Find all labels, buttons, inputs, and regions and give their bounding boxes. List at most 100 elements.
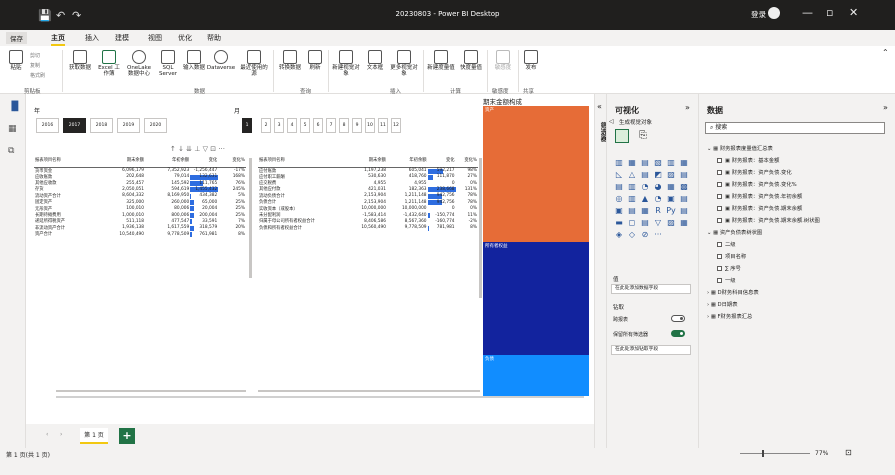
- year-button[interactable]: 2020: [144, 118, 167, 133]
- visual-type-icon[interactable]: ▤: [639, 157, 651, 168]
- visual-type-icon[interactable]: ▧: [652, 157, 664, 168]
- field-tree-item[interactable]: ▣ 财务报表：资产负债.年初余额: [717, 192, 802, 200]
- visual-type-icon[interactable]: ▣: [665, 193, 677, 204]
- sensitivity-button[interactable]: 敏感度: [490, 50, 516, 71]
- field-tree-item[interactable]: 一级: [717, 276, 736, 284]
- field-checkbox[interactable]: [717, 182, 722, 187]
- year-button[interactable]: 2017: [63, 118, 86, 133]
- column-header[interactable]: 年初余额: [145, 154, 191, 168]
- liabilities-scrollbar[interactable]: [479, 158, 482, 298]
- more-visuals-button[interactable]: 更多视觉对象: [388, 50, 420, 77]
- field-tree-item[interactable]: ▣ 财务报表：资产负债.期末余额: [717, 204, 802, 212]
- field-tree-item[interactable]: › ▦ F财务报表汇总: [707, 312, 752, 320]
- build-visual-tab[interactable]: [615, 129, 629, 143]
- field-tree-item[interactable]: › ▦ D日期表: [707, 300, 738, 308]
- visual-type-icon[interactable]: △: [626, 169, 638, 180]
- visual-type-icon[interactable]: ▥: [613, 157, 625, 168]
- column-header[interactable]: 年初余额: [386, 154, 428, 168]
- visual-type-icon[interactable]: ▦: [665, 181, 677, 192]
- add-page-button[interactable]: +: [119, 428, 135, 444]
- field-checkbox[interactable]: [717, 194, 722, 199]
- visual-type-icon[interactable]: ▥: [626, 193, 638, 204]
- visual-type-icon[interactable]: ▬: [613, 217, 625, 228]
- collapse-viz-icon[interactable]: »: [685, 103, 690, 112]
- month-button[interactable]: 3: [274, 118, 284, 133]
- month-button[interactable]: 6: [313, 118, 323, 133]
- treemap-block[interactable]: 负债: [483, 355, 589, 396]
- new-visual-button[interactable]: 新建视觉对象: [330, 50, 362, 77]
- visual-type-icon[interactable]: ▣: [613, 205, 625, 216]
- field-checkbox[interactable]: [717, 266, 722, 271]
- visual-type-icon[interactable]: ▤: [613, 181, 625, 192]
- recent-sources-button[interactable]: 最近使用的源: [238, 50, 270, 77]
- field-checkbox[interactable]: [717, 170, 722, 175]
- visual-type-icon[interactable]: ▦: [639, 205, 651, 216]
- month-button[interactable]: 10: [365, 118, 375, 133]
- month-button[interactable]: 8: [339, 118, 349, 133]
- visual-header-toolbar[interactable]: ↑ ↓ ⇊ ⊥ ▽ ⊡ ···: [170, 145, 225, 153]
- fit-page-icon[interactable]: ⊡: [845, 448, 852, 457]
- menu-insert[interactable]: 插入: [85, 33, 99, 43]
- visual-type-icon[interactable]: ▨: [665, 169, 677, 180]
- visual-type-icon[interactable]: ···: [652, 229, 664, 240]
- field-tree-item[interactable]: ▣ 财务报表：资产负债.变化: [717, 168, 792, 176]
- month-button[interactable]: 9: [352, 118, 362, 133]
- visual-type-icon[interactable]: ▤: [626, 205, 638, 216]
- zoom-slider[interactable]: [740, 453, 810, 454]
- field-tree-item[interactable]: › ▦ D财务科目信息表: [707, 288, 759, 296]
- menu-view[interactable]: 视图: [148, 33, 162, 43]
- field-tree-item[interactable]: ⌄ ▦ 资产负债表树状图: [707, 228, 762, 236]
- publish-button[interactable]: 发布: [520, 50, 542, 71]
- visual-type-icon[interactable]: ▤: [639, 217, 651, 228]
- visual-type-icon[interactable]: ◔: [652, 193, 664, 204]
- treemap-block[interactable]: 所有者权益: [483, 242, 589, 356]
- visual-type-icon[interactable]: ▲: [639, 193, 651, 204]
- table-view-icon[interactable]: ▦: [8, 124, 17, 134]
- column-header[interactable]: 变化%: [218, 154, 246, 168]
- column-header[interactable]: 期末余额: [94, 154, 146, 168]
- visual-type-icon[interactable]: ▥: [665, 157, 677, 168]
- visual-type-icon[interactable]: ◕: [652, 181, 664, 192]
- field-tree-item[interactable]: ▣ 财务报表：基本金额: [717, 156, 779, 164]
- visual-type-icon[interactable]: ▦: [626, 157, 638, 168]
- save-menu[interactable]: 保存: [6, 32, 27, 44]
- menu-optimize[interactable]: 优化: [178, 33, 192, 43]
- field-tree-item[interactable]: ▣ 财务报表：资产负债.期末余额.树状图: [717, 216, 820, 224]
- year-button[interactable]: 2018: [90, 118, 113, 133]
- menu-modeling[interactable]: 建模: [115, 33, 129, 43]
- transform-data-button[interactable]: 转换数据: [276, 50, 304, 71]
- visual-type-icon[interactable]: ▩: [678, 181, 690, 192]
- expand-filters-icon[interactable]: «: [597, 102, 602, 111]
- field-tree-item[interactable]: 二级: [717, 240, 736, 248]
- column-header[interactable]: 变化: [190, 154, 219, 168]
- field-checkbox[interactable]: [717, 218, 722, 223]
- visual-type-icon[interactable]: ◈: [613, 229, 625, 240]
- month-button[interactable]: 2: [261, 118, 271, 133]
- visual-type-icon[interactable]: ◇: [626, 229, 638, 240]
- field-tree-item[interactable]: ⌄ ▦ 财务报表度量值汇总表: [707, 144, 773, 152]
- avatar-icon[interactable]: [768, 7, 780, 19]
- month-button[interactable]: 4: [287, 118, 297, 133]
- visual-type-icon[interactable]: ◎: [613, 193, 625, 204]
- report-view-icon[interactable]: ▐▌: [8, 102, 22, 112]
- minimize-button[interactable]: —: [802, 6, 813, 19]
- maximize-button[interactable]: ▫: [826, 6, 833, 19]
- paste-button[interactable]: 粘贴: [4, 50, 28, 71]
- page-tab-1[interactable]: 第 1 页: [80, 428, 108, 444]
- field-checkbox[interactable]: [717, 242, 722, 247]
- menu-help[interactable]: 帮助: [207, 33, 221, 43]
- values-well[interactable]: 在此处添加数据字段: [611, 284, 691, 294]
- field-tree-item[interactable]: ▣ 财务报表：资产负债.变化%: [717, 180, 797, 188]
- column-header[interactable]: 变化%: [455, 154, 478, 168]
- menu-home[interactable]: 主页: [51, 33, 65, 46]
- enter-data-button[interactable]: 输入数据: [182, 50, 206, 71]
- quick-measure-button[interactable]: 快度量值: [458, 50, 484, 71]
- field-checkbox[interactable]: [717, 206, 722, 211]
- visual-type-icon[interactable]: Py: [665, 205, 677, 216]
- model-view-icon[interactable]: ⧉: [8, 146, 14, 156]
- visual-type-icon[interactable]: ▥: [626, 181, 638, 192]
- cross-report-toggle[interactable]: [671, 315, 685, 322]
- sql-server-button[interactable]: SQL Server: [156, 50, 180, 77]
- visual-type-icon[interactable]: ▦: [678, 217, 690, 228]
- column-header[interactable]: 变化: [427, 154, 456, 168]
